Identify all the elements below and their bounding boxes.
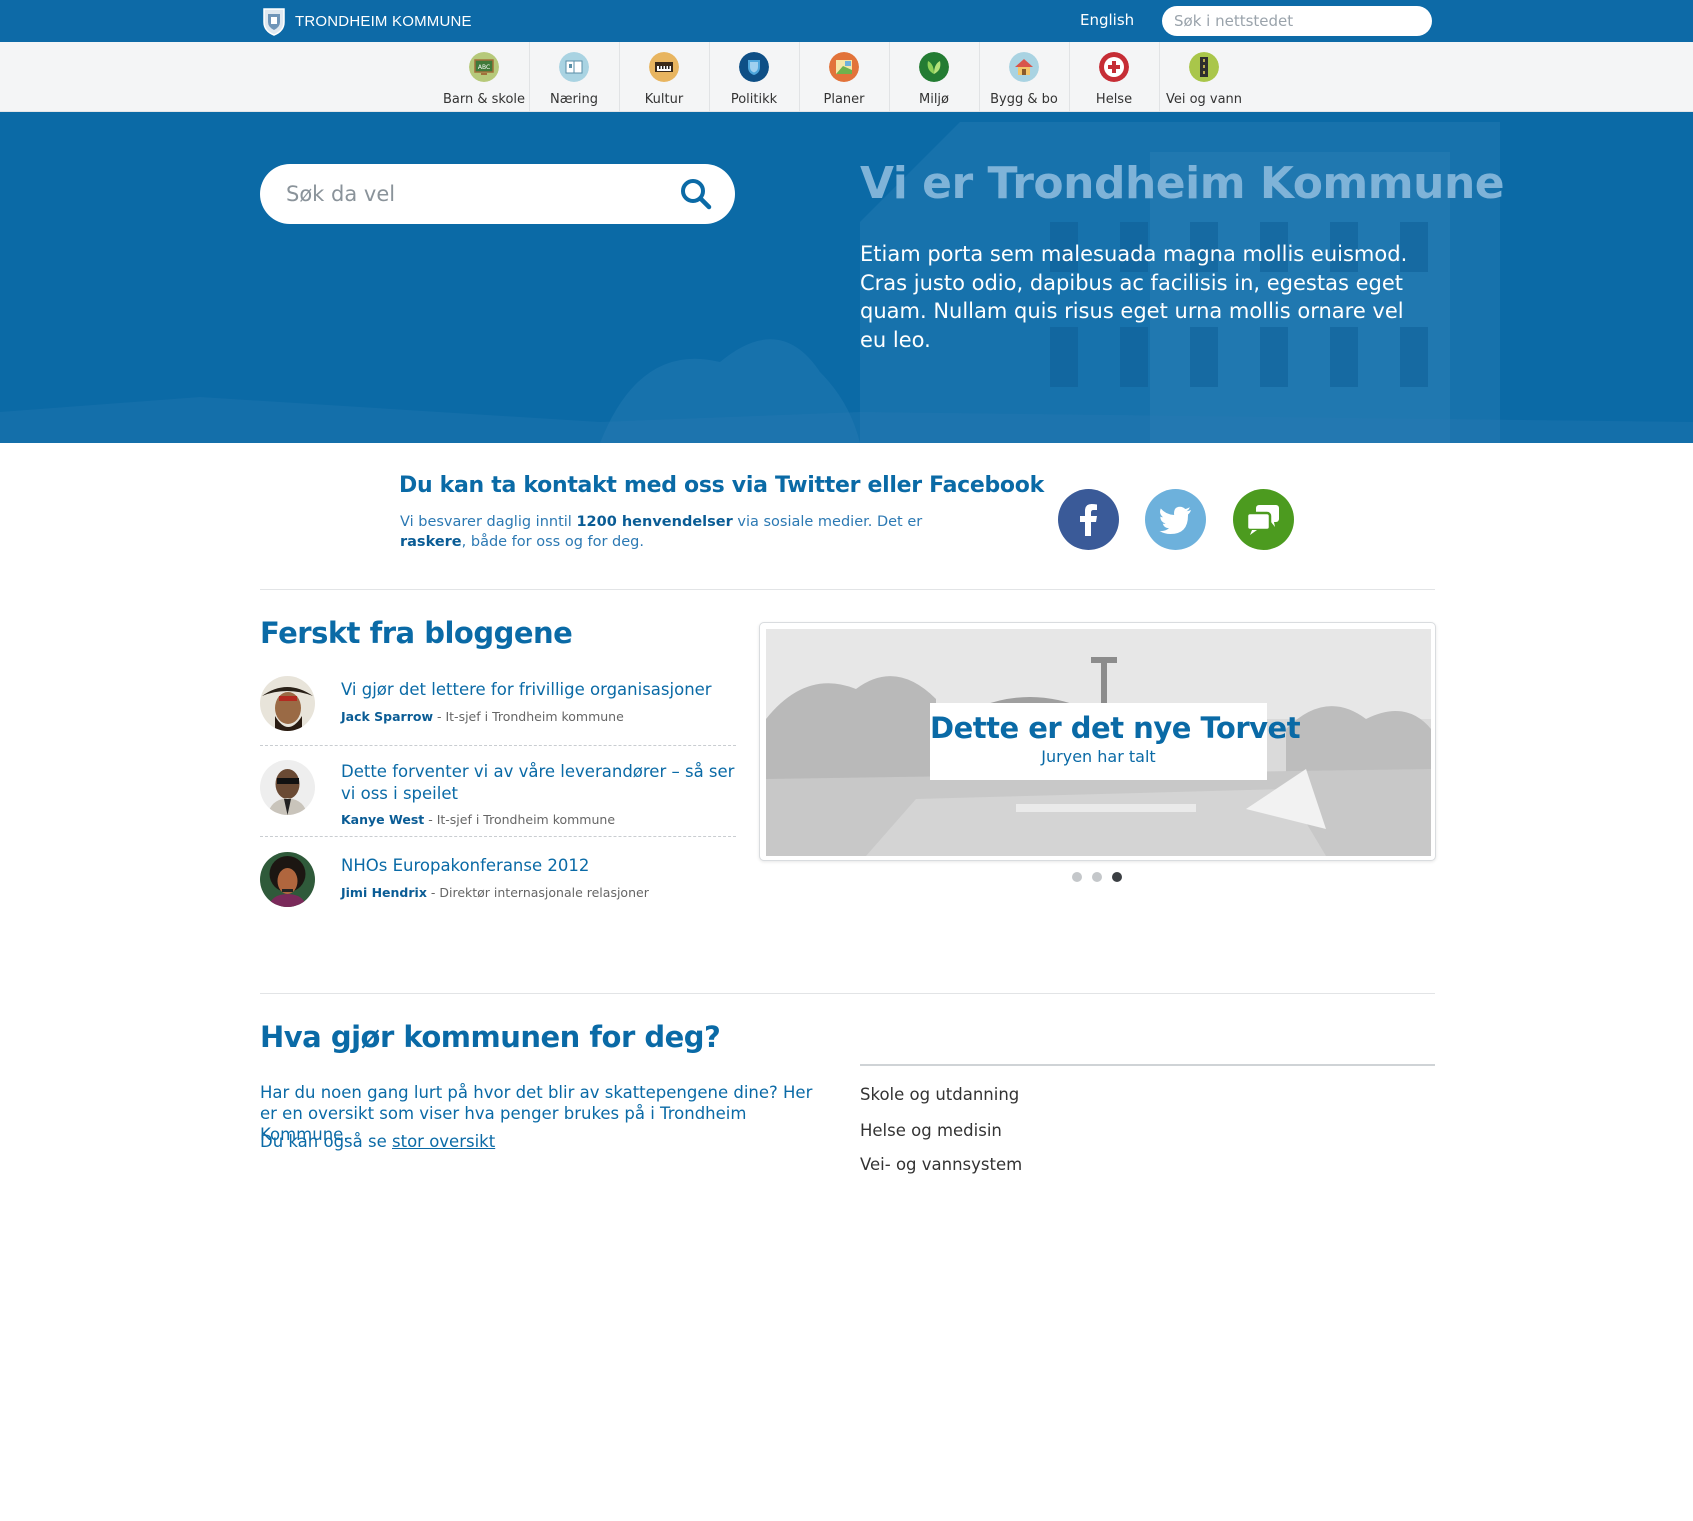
category-barn-skole[interactable]: ABC Barn & skole [439, 42, 529, 112]
facebook-button[interactable] [1058, 489, 1119, 550]
category-vei-vann[interactable]: Vei og vann [1159, 42, 1249, 112]
top-bar: TRONDHEIM KOMMUNE English [0, 0, 1693, 42]
blogs-heading: Ferskt fra bloggene [260, 616, 573, 650]
hero-search-input[interactable] [286, 164, 666, 224]
social-text: Vi besvarer daglig inntil 1200 henvendel… [400, 512, 980, 552]
chat-bubbles-icon [1233, 489, 1294, 550]
category-label: Næring [550, 92, 598, 107]
budget-item[interactable]: Helse og medisin [860, 1121, 1002, 1140]
hero-title: Vi er Trondheim Kommune [860, 158, 1505, 209]
slide-caption-title: Dette er det nye Torvet [930, 711, 1301, 745]
category-label: Helse [1095, 92, 1133, 107]
social-text-bold: 1200 henvendelser [576, 514, 733, 530]
list-divider [860, 1064, 1435, 1066]
slider-dot-2[interactable] [1092, 872, 1102, 882]
author-role: - It-sjef i Trondheim kommune [424, 812, 616, 827]
hero-banner: Vi er Trondheim Kommune Etiam porta sem … [0, 112, 1693, 443]
category-bygg-bo[interactable]: Bygg & bo [979, 42, 1069, 112]
author-name[interactable]: Kanye West [341, 812, 424, 827]
site-logo[interactable]: TRONDHEIM KOMMUNE [262, 6, 472, 36]
search-icon[interactable] [678, 176, 714, 212]
medical-cross-icon [1099, 52, 1129, 82]
blog-post-title[interactable]: Vi gjør det lettere for frivillige organ… [341, 679, 736, 701]
blog-post-title[interactable]: Dette forventer vi av våre leverandører … [341, 761, 736, 805]
category-kultur[interactable]: Kultur [619, 42, 709, 112]
overview-line: Du kan også se stor oversikt [260, 1132, 495, 1151]
category-label: Politikk [730, 92, 778, 107]
author-role: - Direktør internasjonale relasjoner [426, 885, 649, 900]
blog-post-meta: Jimi Hendrix - Direktør internasjonale r… [341, 885, 649, 900]
budget-item[interactable]: Skole og utdanning [860, 1085, 1019, 1104]
chalkboard-icon: ABC [469, 52, 499, 82]
map-icon [829, 52, 859, 82]
book-icon [559, 52, 589, 82]
social-text-part: Vi besvarer daglig inntil [400, 514, 577, 530]
social-text-bold: raskere [400, 534, 462, 550]
english-link[interactable]: English [1080, 11, 1134, 29]
avatar [260, 676, 315, 731]
category-label: Vei og vann [1165, 92, 1243, 107]
author-role: - It-sjef i Trondheim kommune [433, 709, 624, 724]
category-helse[interactable]: Helse [1069, 42, 1159, 112]
category-nav: ABC Barn & skole Næring Kultur Politikk … [0, 42, 1693, 112]
overview-link[interactable]: stor oversikt [392, 1132, 495, 1151]
shield-icon [739, 52, 769, 82]
social-text-part: via sosiale medier. Det er [732, 514, 923, 530]
road-icon [1189, 52, 1219, 82]
category-miljo[interactable]: Miljø [889, 42, 979, 112]
blog-post-meta: Kanye West - It-sjef i Trondheim kommune [341, 812, 615, 827]
avatar [260, 760, 315, 815]
slide-caption[interactable]: Dette er det nye Torvet Juryen har talt [930, 703, 1301, 780]
section-divider [260, 589, 1435, 590]
logo-text: TRONDHEIM KOMMUNE [295, 12, 472, 30]
twitter-button[interactable] [1145, 489, 1206, 550]
slide-caption-subtitle: Juryen har talt [1041, 747, 1156, 766]
social-title: Du kan ta kontakt med oss via Twitter el… [399, 473, 1044, 498]
avatar [260, 852, 315, 907]
overview-prefix: Du kan også se [260, 1132, 392, 1151]
hero-search-box [260, 164, 735, 224]
author-name[interactable]: Jimi Hendrix [341, 885, 427, 900]
site-search-input[interactable] [1162, 6, 1432, 36]
section-divider [260, 993, 1435, 994]
slider-dot-3[interactable] [1112, 872, 1122, 882]
post-divider [260, 836, 736, 837]
slider-dot-1[interactable] [1072, 872, 1082, 882]
blog-post-meta: Jack Sparrow - It-sjef i Trondheim kommu… [341, 709, 624, 724]
category-naering[interactable]: Næring [529, 42, 619, 112]
category-label: Miljø [918, 92, 949, 107]
chat-button[interactable] [1233, 489, 1294, 550]
category-planer[interactable]: Planer [799, 42, 889, 112]
twitter-icon [1145, 489, 1206, 550]
facebook-icon [1058, 489, 1119, 550]
section-heading: Hva gjør kommunen for deg? [260, 1020, 721, 1054]
piano-icon [649, 52, 679, 82]
coat-of-arms-icon [263, 8, 285, 36]
blog-post-title[interactable]: NHOs Europakonferanse 2012 [341, 855, 736, 877]
category-label: Planer [823, 92, 865, 107]
category-label: Barn & skole [442, 92, 526, 107]
post-divider [260, 745, 736, 746]
house-icon [1009, 52, 1039, 82]
budget-item[interactable]: Vei- og vannsystem [860, 1155, 1022, 1174]
svg-text:ABC: ABC [478, 64, 490, 71]
category-label: Bygg & bo [990, 92, 1058, 107]
social-text-part: , både for oss og for deg. [461, 534, 644, 550]
leaf-icon [919, 52, 949, 82]
category-politikk[interactable]: Politikk [709, 42, 799, 112]
author-name[interactable]: Jack Sparrow [341, 709, 433, 724]
category-label: Kultur [644, 92, 684, 107]
hero-text: Etiam porta sem malesuada magna mollis e… [860, 242, 1408, 352]
